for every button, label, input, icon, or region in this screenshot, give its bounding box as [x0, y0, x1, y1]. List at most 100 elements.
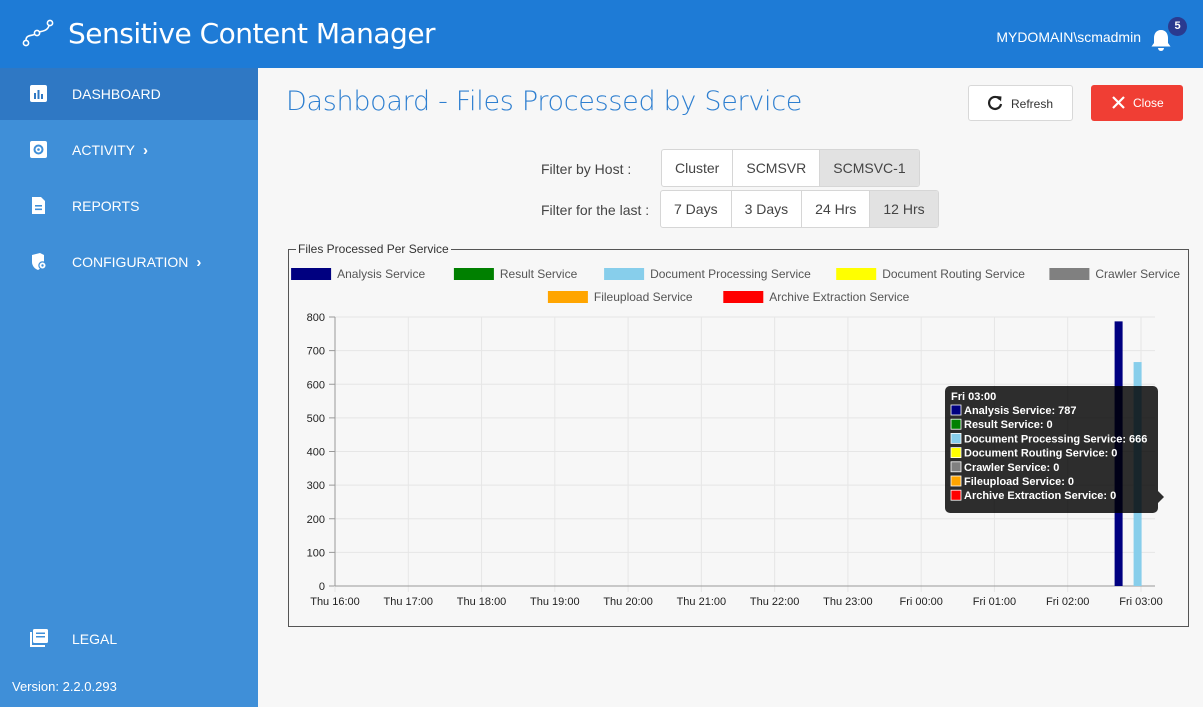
sidebar-item-reports[interactable]: REPORTS [0, 180, 258, 232]
legend-swatch [291, 268, 332, 280]
x-tick-label: Thu 23:00 [823, 596, 873, 608]
tooltip-swatch [950, 489, 962, 501]
host-option-scmsvr[interactable]: SCMSVR [733, 150, 821, 186]
cog-shield-icon [32, 253, 47, 270]
bar-chart-icon [30, 85, 47, 102]
x-tick-label: Thu 17:00 [383, 596, 433, 608]
x-tick-label: Thu 18:00 [457, 596, 507, 608]
legend-label: Document Routing Service [882, 267, 1025, 281]
legend-swatch [1049, 268, 1090, 280]
host-option-cluster[interactable]: Cluster [662, 150, 734, 186]
sidebar-item-label: ACTIVITY › [72, 142, 148, 159]
x-tick-label: Fri 01:00 [973, 596, 1016, 608]
y-tick-label: 200 [307, 514, 325, 526]
files-processed-chart[interactable]: 0 100 200 300 400 500 600 700 800 Thu 16:00 Thu 17… [289, 250, 1188, 626]
tooltip-swatch [950, 461, 962, 473]
top-bar: Sensitive Content Manager MYDOMAIN\scmad… [0, 0, 1203, 68]
tooltip-swatch [950, 447, 962, 459]
chevron-right-icon: › [143, 142, 149, 159]
tooltip-line: Document Processing Service: 666 [964, 433, 1147, 445]
refresh-button[interactable]: Refresh [968, 85, 1073, 121]
tooltip-swatch [950, 475, 962, 487]
tooltip-line: Document Routing Service: 0 [964, 448, 1117, 460]
host-option-scmsvc-1[interactable]: SCMSVC-1 [820, 150, 919, 186]
tooltip-line: Fileupload Service: 0 [964, 476, 1074, 488]
legend-swatch [453, 268, 494, 280]
x-tick-label: Fri 03:00 [1119, 596, 1162, 608]
app-root: Sensitive Content Manager MYDOMAIN\scmad… [0, 0, 1203, 707]
x-tick-label: Fri 02:00 [1046, 596, 1089, 608]
close-button[interactable]: Close [1091, 85, 1183, 121]
legend-label: Document Processing Service [650, 267, 811, 281]
x-tick-label: Thu 22:00 [750, 596, 800, 608]
time-option-24-hrs[interactable]: 24 Hrs [802, 191, 871, 227]
y-tick-label: 600 [307, 379, 325, 391]
chart-fieldset: 0 100 200 300 400 500 600 700 800 Thu 16:00 Thu 17… [288, 249, 1189, 627]
sidebar-item-dashboard[interactable]: DASHBOARD [0, 68, 258, 120]
host-filter-group: Cluster SCMSVR SCMSVC-1 [661, 149, 920, 187]
time-option-12-hrs[interactable]: 12 Hrs [870, 191, 938, 227]
sidebar-item-legal[interactable]: LEGAL [0, 613, 258, 665]
legend-swatch [547, 291, 588, 303]
refresh-icon [988, 95, 1003, 111]
y-tick-label: 300 [307, 480, 325, 492]
legend-swatch [723, 291, 764, 303]
logo-icon [22, 19, 54, 47]
refresh-button-label: Refresh [1011, 97, 1054, 111]
user-account-name[interactable]: MYDOMAIN\scmadmin [996, 29, 1141, 45]
tooltip-line: Crawler Service: 0 [964, 462, 1059, 474]
book-icon [30, 629, 48, 647]
legend-swatch [836, 268, 877, 280]
document-icon [32, 197, 45, 214]
tooltip-swatch [950, 404, 962, 416]
tooltip-line: Analysis Service: 787 [964, 405, 1077, 417]
app-title: Sensitive Content Manager [68, 17, 436, 50]
close-button-label: Close [1133, 96, 1164, 110]
sidebar-item-label: CONFIGURATION › [72, 254, 201, 271]
sidebar-item-activity[interactable]: ACTIVITY › [0, 124, 258, 176]
y-tick-label: 0 [319, 581, 325, 593]
time-option-7-days[interactable]: 7 Days [661, 191, 732, 227]
tooltip-title: Fri 03:00 [951, 391, 996, 403]
tooltip-caret [1158, 491, 1164, 503]
tooltip-line: Result Service: 0 [964, 419, 1053, 431]
x-tick-label: Thu 20:00 [603, 596, 653, 608]
filter-host-label: Filter by Host : [541, 161, 632, 177]
tooltip-line: Archive Extraction Service: 0 [964, 490, 1116, 502]
sidebar-item-label: LEGAL [72, 631, 118, 647]
legend-label: Fileupload Service [594, 290, 693, 304]
chevron-right-icon: › [196, 254, 202, 271]
legend-label: Crawler Service [1095, 267, 1180, 281]
x-tick-label: Fri 00:00 [899, 596, 942, 608]
sidebar: DASHBOARD ACTIVITY › REPORTS CONFIGURATI… [0, 68, 258, 707]
legend-swatch [604, 268, 645, 280]
filter-time-label: Filter for the last : [541, 202, 650, 218]
x-tick-label: Thu 19:00 [530, 596, 580, 608]
version-text: Version: 2.2.0.293 [12, 679, 117, 694]
legend-label: Archive Extraction Service [769, 290, 909, 304]
page-title: Dashboard - Files Processed by Service [286, 86, 803, 117]
sidebar-item-text: CONFIGURATION [72, 254, 189, 270]
tooltip-swatch [950, 432, 962, 444]
time-option-3-days[interactable]: 3 Days [732, 191, 803, 227]
y-tick-label: 500 [307, 413, 325, 425]
y-tick-label: 800 [307, 312, 325, 324]
gear-icon [30, 141, 47, 158]
main-content: Dashboard - Files Processed by Service R… [258, 68, 1203, 707]
sidebar-item-configuration[interactable]: CONFIGURATION › [0, 236, 258, 288]
sidebar-item-label: DASHBOARD [72, 86, 161, 102]
sidebar-item-text: ACTIVITY [72, 142, 136, 158]
close-icon [1112, 96, 1125, 109]
x-tick-label: Thu 16:00 [310, 596, 360, 608]
time-filter-group: 7 Days 3 Days 24 Hrs 12 Hrs [660, 190, 939, 228]
notification-count-badge[interactable]: 5 [1168, 17, 1187, 36]
legend-label: Analysis Service [337, 267, 425, 281]
y-tick-label: 700 [307, 346, 325, 358]
legend-label: Result Service [500, 267, 578, 281]
x-tick-label: Thu 21:00 [677, 596, 727, 608]
chart-title: Files Processed Per Service [296, 242, 451, 256]
tooltip-swatch [950, 418, 962, 430]
y-tick-label: 100 [307, 547, 325, 559]
sidebar-item-label: REPORTS [72, 198, 140, 214]
y-tick-label: 400 [307, 447, 325, 459]
